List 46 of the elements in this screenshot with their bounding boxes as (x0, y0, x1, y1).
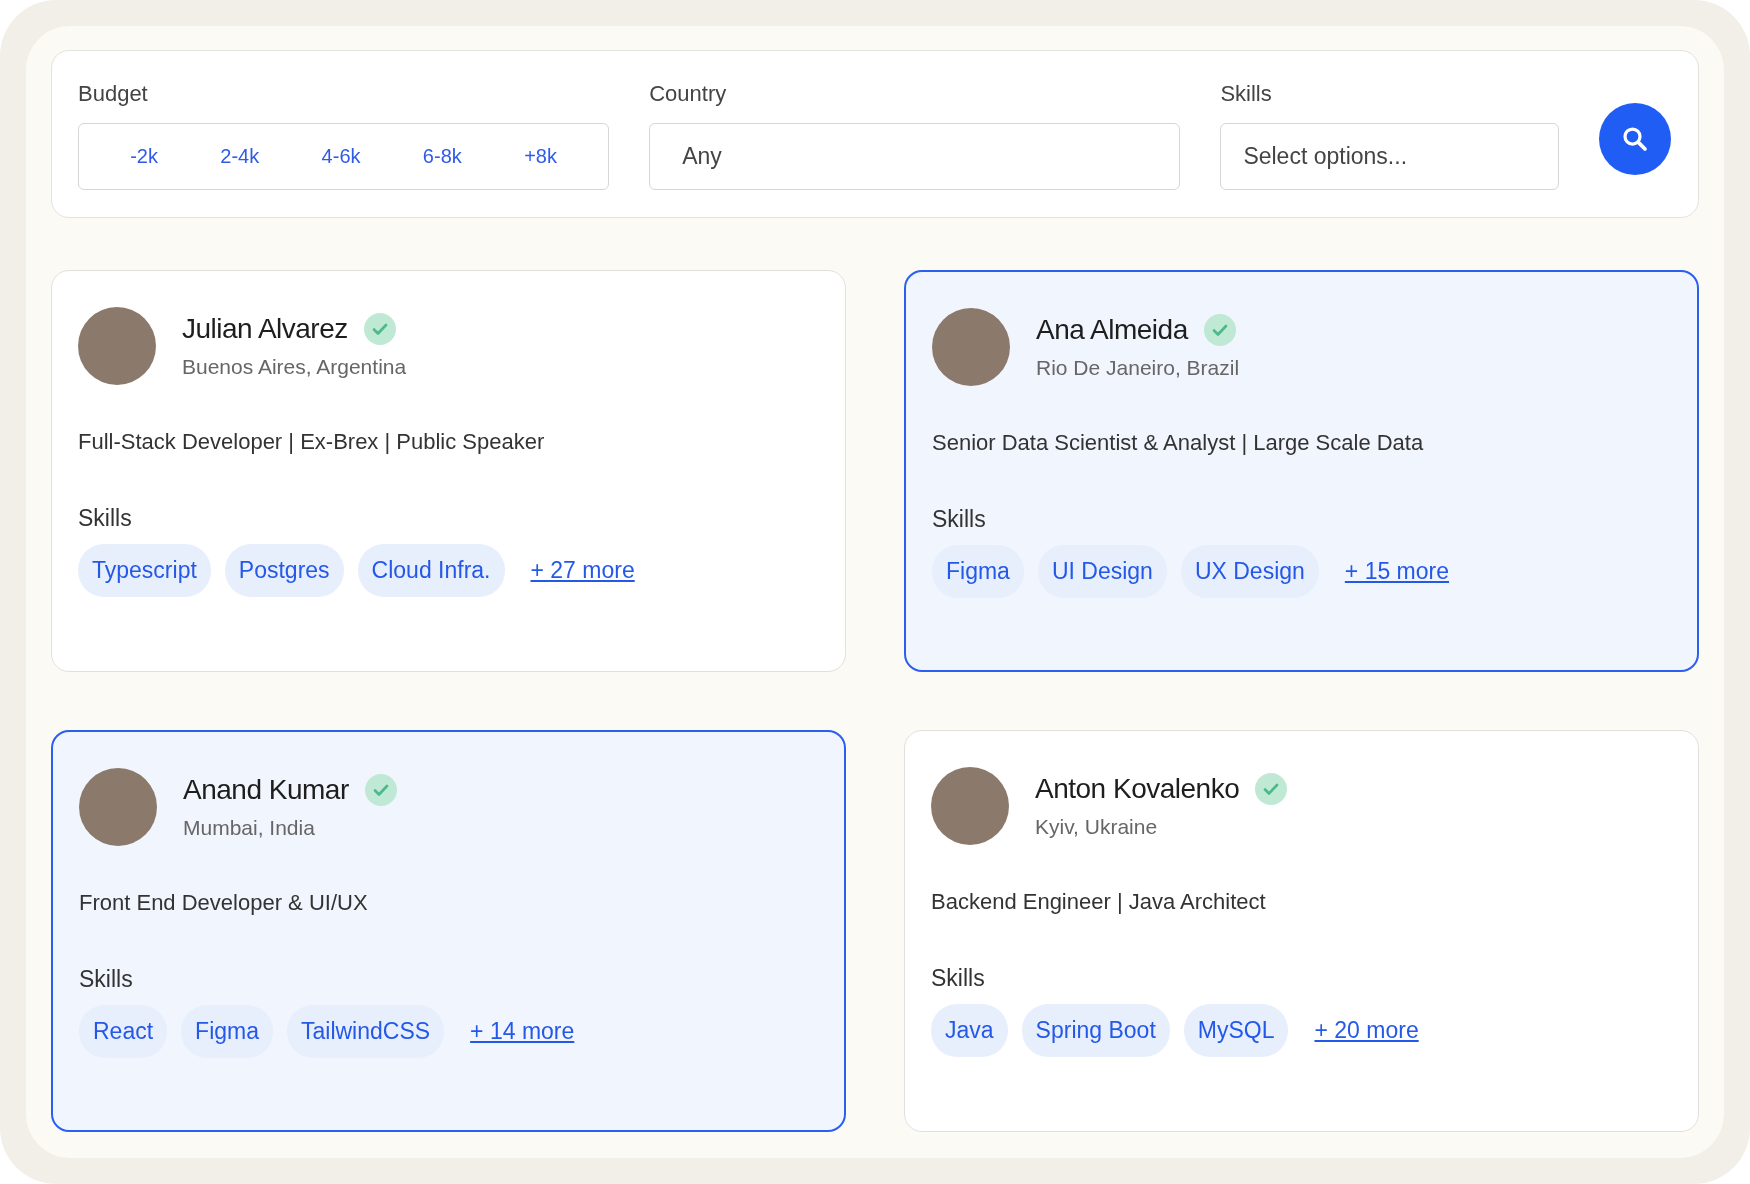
profile-headline: Front End Developer & UI/UX (79, 890, 369, 916)
profile-headline: Senior Data Scientist & Analyst | Large Scale Data (932, 430, 1425, 456)
profile-name: Julian Alvarez (182, 313, 348, 345)
skill-tag: Postgres (224, 544, 344, 597)
skill-tag: Figma (932, 545, 1024, 598)
skills-label: Skills (79, 966, 134, 993)
more-skills-link[interactable]: + 14 more (470, 1018, 575, 1045)
skills-label: Skills (931, 965, 986, 992)
profile-card[interactable]: Julian Alvarez Buenos Aires, Argentina Full-Stack Developer | Ex-Brex | Public Speaker Skills Typescript Postgres Cloud Infra. + 27 more (51, 270, 846, 672)
skill-tag: Spring Boot (1021, 1004, 1170, 1057)
skills-field[interactable]: Select options... (1220, 123, 1560, 190)
skill-tag: Cloud Infra. (357, 544, 505, 597)
skill-tag: Java (931, 1004, 1008, 1057)
more-skills-link[interactable]: + 15 more (1344, 558, 1450, 585)
profile-card[interactable]: Ana Almeida Rio De Janeiro, Brazil Senior Data Scientist & Analyst | Large Scale Data Skills Figma UI Design UX Design + 15 more (904, 270, 1699, 672)
budget-option[interactable]: 6-8k (412, 139, 472, 174)
filter-label: Country (649, 81, 728, 107)
budget-option[interactable]: +8k (514, 139, 567, 174)
profile-name: Anand Kumar (183, 774, 349, 806)
skill-tag: UX Design (1180, 545, 1319, 598)
more-skills-link[interactable]: + 27 more (530, 557, 635, 584)
budget-option[interactable]: 4-6k (311, 139, 371, 174)
profile-location: Buenos Aires, Argentina (182, 355, 407, 379)
skill-tag: MySQL (1183, 1004, 1289, 1057)
filter-label: Budget (78, 81, 149, 107)
skills-label: Skills (932, 506, 987, 533)
budget-option[interactable]: 2-4k (210, 139, 270, 174)
profile-location: Rio De Janeiro, Brazil (1036, 356, 1240, 380)
filter-label: Skills (1220, 81, 1273, 107)
profile-card[interactable]: Anand Kumar Mumbai, India Front End Developer & UI/UX Skills React Figma TailwindCSS + 14 more (51, 730, 846, 1132)
profile-card[interactable]: Anton Kovalenko Kyiv, Ukraine Backend Engineer | Java Architect Skills Java Spring Boot MySQL + 20 more (904, 730, 1699, 1132)
skill-tag: TailwindCSS (287, 1005, 445, 1058)
profile-location: Mumbai, India (183, 816, 316, 840)
profile-name: Ana Almeida (1036, 314, 1188, 346)
profile-headline: Full-Stack Developer | Ex-Brex | Public Speaker (78, 429, 546, 455)
skill-tag: Figma (181, 1005, 273, 1058)
more-skills-link[interactable]: + 20 more (1314, 1017, 1419, 1044)
country-field[interactable]: Any (649, 123, 1181, 190)
skill-tag: UI Design (1037, 545, 1167, 598)
skill-tag: Typescript (78, 544, 211, 597)
profile-headline: Backend Engineer | Java Architect (931, 889, 1267, 915)
skill-tag: React (79, 1005, 168, 1058)
profile-name: Anton Kovalenko (1035, 773, 1240, 805)
budget-option[interactable]: -2k (120, 139, 168, 174)
skills-label: Skills (78, 505, 133, 532)
profile-location: Kyiv, Ukraine (1035, 815, 1159, 839)
